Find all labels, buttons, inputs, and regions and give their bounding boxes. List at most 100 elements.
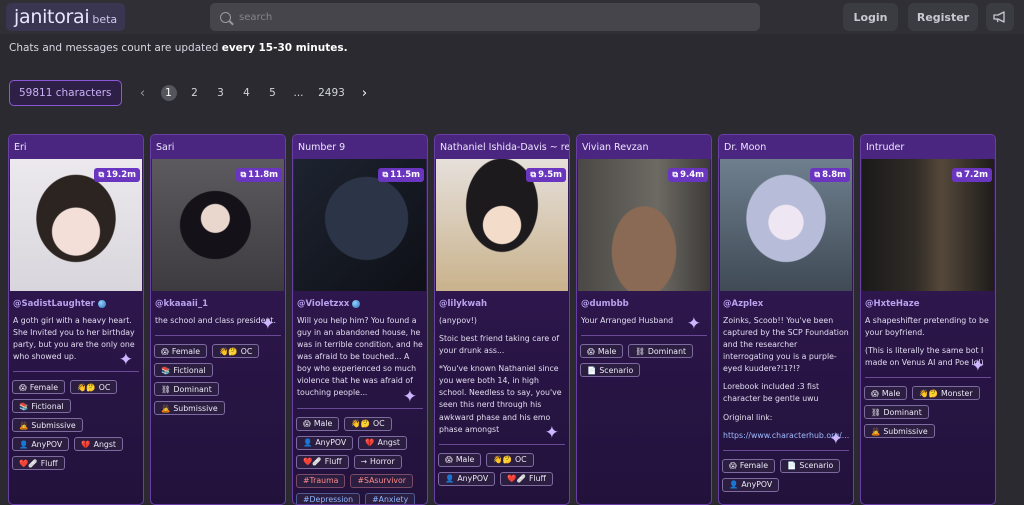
character-avatar[interactable]: ⧉ 9.5m bbox=[436, 159, 568, 291]
tag-oc[interactable]: 👋🤔 OC bbox=[70, 380, 118, 395]
tag-submissive[interactable]: 🙇 Submissive bbox=[864, 424, 935, 439]
character-avatar[interactable]: ⧉ 8.8m bbox=[720, 159, 852, 291]
character-card[interactable]: Eri ⧉ 19.2m @SadistLaughter A goth girl with… bbox=[8, 134, 144, 505]
tag-submissive[interactable]: 🙇 Submissive bbox=[12, 418, 83, 433]
tag-male[interactable]: 😱 Male bbox=[438, 452, 482, 467]
character-avatar[interactable]: ⧉ 19.2m bbox=[10, 159, 142, 291]
tag-oc[interactable]: 👋🤔 OC bbox=[486, 452, 534, 467]
character-name[interactable]: Dr. Moon bbox=[719, 135, 853, 159]
tag-anypov[interactable]: 👤 AnyPOV bbox=[12, 437, 70, 452]
chat-count-value: 11.5m bbox=[390, 170, 420, 180]
tag-dominant[interactable]: ⛓ Dominant bbox=[864, 405, 929, 420]
tag-icon: 😱 bbox=[871, 388, 879, 398]
tag-oc[interactable]: 👋🤔 OC bbox=[212, 344, 260, 359]
tag-label: Male bbox=[313, 419, 333, 429]
character-card[interactable]: Intruder ⧉ 7.2m @HxteHaze A shapeshifter pre… bbox=[860, 134, 996, 505]
character-avatar[interactable]: ⧉ 11.8m bbox=[152, 159, 284, 291]
tag-fluff[interactable]: ❤️🩹 Fluff bbox=[12, 456, 65, 471]
tag-horror[interactable]: → Horror bbox=[353, 454, 402, 469]
tag-angst[interactable]: 💔 Angst bbox=[358, 435, 407, 450]
search-bar[interactable] bbox=[210, 3, 760, 31]
tag-angst[interactable]: 💔 Angst bbox=[74, 437, 123, 452]
tag-scenario[interactable]: 📄 Scenario bbox=[580, 363, 641, 378]
character-avatar[interactable]: ⧉ 11.5m bbox=[294, 159, 426, 291]
page-link[interactable]: 2 bbox=[182, 87, 208, 99]
creator-handle[interactable]: @kkaaaii_1 bbox=[155, 299, 285, 309]
tag-anypov[interactable]: 👤 AnyPOV bbox=[722, 477, 780, 492]
tag-label: Angst bbox=[93, 439, 116, 449]
character-name[interactable]: Eri bbox=[9, 135, 143, 159]
creator-handle[interactable]: @dumbbb bbox=[581, 299, 711, 309]
creator-name[interactable]: @HxteHaze bbox=[865, 299, 920, 309]
chat-bubbles-icon: ⧉ bbox=[672, 170, 679, 179]
creator-name[interactable]: @kkaaaii_1 bbox=[155, 299, 208, 309]
page-link[interactable]: 5 bbox=[260, 87, 286, 99]
next-page-icon[interactable]: › bbox=[352, 86, 378, 101]
character-card[interactable]: Vivian Revzan ⧉ 9.4m @dumbbb Your Arranged H… bbox=[576, 134, 712, 505]
creator-name[interactable]: @Violetzxx bbox=[297, 299, 349, 309]
creator-handle[interactable]: @Azplex bbox=[723, 299, 853, 309]
tag-anypov[interactable]: 👤 AnyPOV bbox=[438, 471, 496, 486]
tag-label: Scenario bbox=[799, 461, 834, 471]
login-button[interactable]: Login bbox=[843, 3, 898, 31]
tag-anxiety[interactable]: #Anxiety bbox=[365, 492, 416, 504]
character-card[interactable]: Nathaniel Ishida-Davis ~ re... ⧉ 9.5m @lily… bbox=[434, 134, 570, 505]
notice-emphasis: every 15-30 minutes. bbox=[221, 42, 348, 54]
creator-name[interactable]: @Azplex bbox=[723, 299, 763, 309]
tag-monster[interactable]: 👋🤔 Monster bbox=[912, 386, 980, 401]
character-card[interactable]: Sari ⧉ 11.8m @kkaaaii_1 the school and class… bbox=[150, 134, 286, 505]
page-current[interactable]: 1 bbox=[160, 85, 177, 101]
tag-anypov[interactable]: 👤 AnyPOV bbox=[296, 435, 354, 450]
tag-female[interactable]: 😱 Female bbox=[12, 380, 66, 395]
chat-count-value: 11.8m bbox=[248, 170, 278, 180]
tag-submissive[interactable]: 🙇 Submissive bbox=[154, 401, 225, 416]
creator-handle[interactable]: @Violetzxx bbox=[297, 299, 427, 309]
tag-icon: 👋🤔 bbox=[493, 455, 512, 465]
character-avatar[interactable]: ⧉ 9.4m bbox=[578, 159, 710, 291]
creator-name[interactable]: @lilykwah bbox=[439, 299, 487, 309]
character-name[interactable]: Nathaniel Ishida-Davis ~ re... bbox=[435, 135, 569, 159]
tag-icon: ❤️🩹 bbox=[303, 457, 322, 467]
tag-fluff[interactable]: ❤️🩹 Fluff bbox=[296, 454, 349, 469]
tag-female[interactable]: 😱 Female bbox=[154, 344, 208, 359]
tag-sasurvivor[interactable]: #SAsurvivor bbox=[350, 473, 413, 488]
creator-name[interactable]: @dumbbb bbox=[581, 299, 629, 309]
tag-fluff[interactable]: ❤️🩹 Fluff bbox=[500, 471, 553, 486]
character-name[interactable]: Number 9 bbox=[293, 135, 427, 159]
tag-male[interactable]: 😱 Male bbox=[296, 416, 340, 431]
tag-female[interactable]: 😱 Female bbox=[722, 458, 776, 473]
page-link[interactable]: 3 bbox=[208, 87, 234, 99]
tag-fictional[interactable]: 📚 Fictional bbox=[12, 399, 71, 414]
creator-handle[interactable]: @HxteHaze bbox=[865, 299, 995, 309]
page-link-last[interactable]: 2493 bbox=[312, 87, 352, 99]
character-name[interactable]: Intruder bbox=[861, 135, 995, 159]
site-logo[interactable]: janitorai beta bbox=[6, 3, 126, 31]
creator-name[interactable]: @SadistLaughter bbox=[13, 299, 95, 309]
tag-trauma[interactable]: #Trauma bbox=[296, 473, 346, 488]
tag-dominant[interactable]: ⛓ Dominant bbox=[628, 344, 694, 359]
character-name[interactable]: Sari bbox=[151, 135, 285, 159]
tag-depression[interactable]: #Depression bbox=[296, 492, 361, 504]
chat-count-badge: ⧉ 9.5m bbox=[526, 168, 566, 182]
search-input[interactable] bbox=[239, 11, 539, 23]
tag-icon: ⛓ bbox=[161, 384, 171, 394]
characters-count-badge[interactable]: 59811 characters bbox=[9, 80, 122, 106]
tag-scenario[interactable]: 📄 Scenario bbox=[780, 458, 841, 473]
page-link[interactable]: 4 bbox=[234, 87, 260, 99]
character-card[interactable]: Dr. Moon ⧉ 8.8m @Azplex Zoinks, Scoob!! You'… bbox=[718, 134, 854, 505]
prev-page-icon[interactable]: ‹ bbox=[130, 86, 156, 101]
tag-label: Fictional bbox=[31, 401, 64, 411]
creator-handle[interactable]: @lilykwah bbox=[439, 299, 569, 309]
tag-male[interactable]: 😱 Male bbox=[580, 344, 624, 359]
announcement-button[interactable] bbox=[986, 3, 1014, 31]
tag-dominant[interactable]: ⛓ Dominant bbox=[154, 382, 219, 397]
register-button[interactable]: Register bbox=[908, 3, 978, 31]
character-name[interactable]: Vivian Revzan bbox=[577, 135, 711, 159]
creator-handle[interactable]: @SadistLaughter bbox=[13, 299, 143, 309]
tag-oc[interactable]: 👋🤔 OC bbox=[344, 416, 392, 431]
tag-label: OC bbox=[514, 455, 527, 465]
tag-male[interactable]: 😱 Male bbox=[864, 386, 908, 401]
tag-fictional[interactable]: 📚 Fictional bbox=[154, 363, 213, 378]
character-card[interactable]: Number 9 ⧉ 11.5m @Violetzxx Will you help hi… bbox=[292, 134, 428, 505]
character-avatar[interactable]: ⧉ 7.2m bbox=[862, 159, 994, 291]
